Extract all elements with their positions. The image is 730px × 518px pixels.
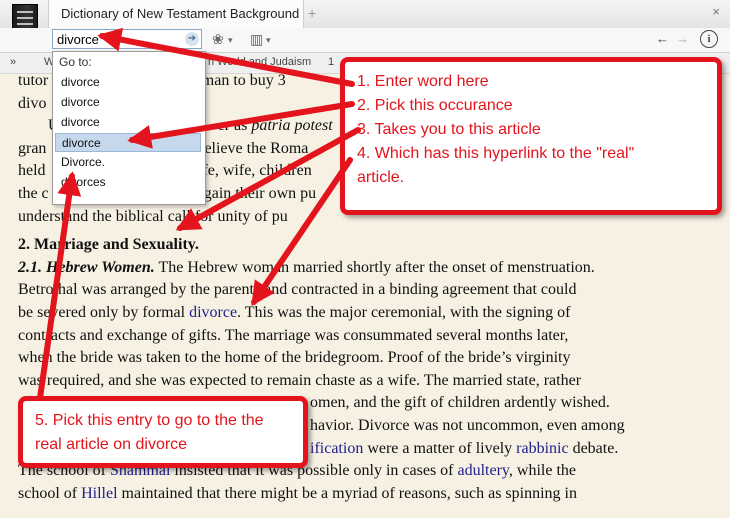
arrow-to-search xyxy=(97,27,355,87)
arrow-to-dropdown-item xyxy=(127,101,355,149)
annotation-arrows xyxy=(37,27,361,401)
arrow-to-divorce-entry xyxy=(37,171,82,401)
arrow-to-article xyxy=(175,127,361,231)
